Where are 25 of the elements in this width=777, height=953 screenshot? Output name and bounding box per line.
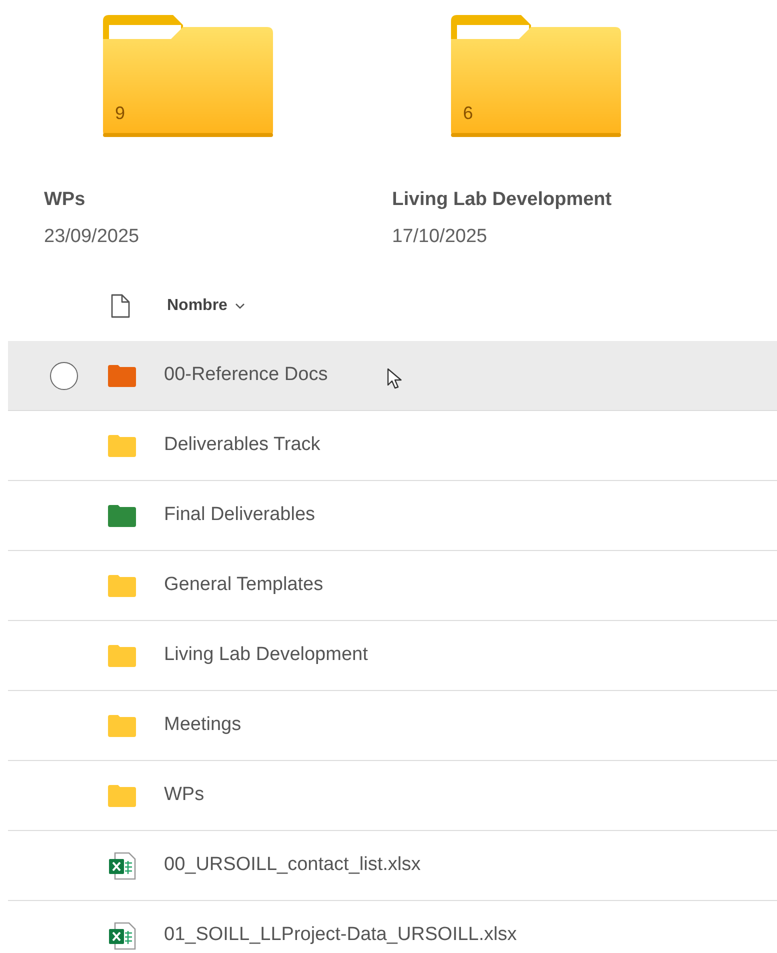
file-name[interactable]: Meetings	[164, 711, 242, 740]
file-name[interactable]: Deliverables Track	[164, 431, 320, 460]
folder-icon	[451, 15, 621, 137]
item-count: 6	[463, 102, 474, 125]
item-count: 9	[115, 102, 126, 125]
file-name[interactable]: 00-Reference Docs	[164, 361, 328, 390]
file-name[interactable]: Final Deliverables	[164, 501, 316, 530]
spreadsheet-icon	[108, 922, 136, 950]
sort-column-header[interactable]: Nombre	[167, 294, 246, 318]
file-name[interactable]: 01_SOILL_LLProject-Data_URSOILL.xlsx	[164, 921, 517, 950]
file-name[interactable]: WPs	[164, 781, 204, 810]
file-name[interactable]: Living Lab Development	[164, 641, 368, 670]
folder-title[interactable]: Living Lab Development	[392, 186, 740, 214]
file-row[interactable]: 00-Reference Docs	[8, 341, 777, 411]
spreadsheet-icon	[108, 852, 136, 880]
file-icon	[110, 294, 130, 318]
mouse-cursor-icon	[387, 368, 403, 390]
chevron-down-icon	[235, 303, 246, 309]
file-name[interactable]: 00_URSOILL_contact_list.xlsx	[164, 851, 421, 880]
modified-date: 17/10/2025	[392, 224, 488, 248]
modified-date: 23/09/2025	[44, 224, 140, 248]
select-radio[interactable]	[50, 362, 78, 390]
file-name[interactable]: General Templates	[164, 571, 324, 600]
folder-icon	[103, 15, 273, 137]
folder-title[interactable]: WPs	[44, 186, 392, 214]
